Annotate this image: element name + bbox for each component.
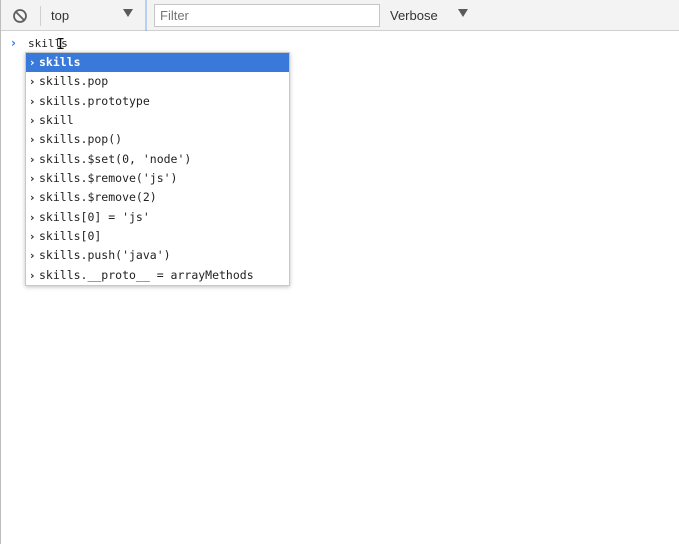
autocomplete-item-label: skills <box>39 55 81 69</box>
autocomplete-item[interactable]: › skills.prototype <box>26 92 289 111</box>
chevron-right-icon: › <box>30 268 35 282</box>
log-level-value: Verbose <box>390 8 438 23</box>
filter-input[interactable] <box>154 4 380 27</box>
context-value: top <box>51 8 70 23</box>
autocomplete-item-label: skills.pop() <box>39 132 123 147</box>
chevron-right-icon: › <box>30 152 35 166</box>
autocomplete-item[interactable]: › skills[0] <box>26 227 289 246</box>
chevron-down-icon <box>458 9 468 17</box>
autocomplete-item[interactable]: › skills.push('java') <box>26 246 289 265</box>
chevron-right-icon: › <box>30 172 35 186</box>
block-icon <box>13 9 27 23</box>
autocomplete-item[interactable]: › skills.$remove(2) <box>26 188 289 207</box>
autocomplete-item-label: skills.$set(0, 'node') <box>39 151 192 166</box>
text-cursor-icon: I <box>56 35 66 53</box>
autocomplete-item-label: skills.$remove('js') <box>39 171 178 186</box>
autocomplete-item[interactable]: › skills.pop() <box>26 130 289 149</box>
chevron-right-icon: › <box>30 114 35 128</box>
autocomplete-item-label: skills.push('java') <box>39 248 171 263</box>
chevron-right-icon: › <box>30 230 35 244</box>
chevron-down-icon <box>123 9 133 17</box>
autocomplete-item[interactable]: › skills.$set(0, 'node') <box>26 150 289 169</box>
autocomplete-item-label: skills.pop <box>39 74 109 89</box>
prompt-chevron-icon: › <box>11 36 16 50</box>
console-toolbar: top Verbose <box>1 0 679 31</box>
toolbar-divider <box>145 0 147 31</box>
autocomplete-item-label: skill <box>39 113 74 128</box>
autocomplete-item[interactable]: › skills.__proto__ = arrayMethods <box>26 266 289 285</box>
autocomplete-item-label: skills.$remove(2) <box>39 190 157 205</box>
toolbar-divider <box>40 6 41 26</box>
clear-console-button[interactable] <box>12 8 28 24</box>
autocomplete-item[interactable]: › skills.pop <box>26 72 289 91</box>
autocomplete-item-label: skills[0] = 'js' <box>39 209 150 224</box>
autocomplete-item[interactable]: › skill <box>26 111 289 130</box>
chevron-right-icon: › <box>30 94 35 108</box>
chevron-right-icon: › <box>30 191 35 205</box>
chevron-right-icon: › <box>30 56 35 69</box>
autocomplete-item-label: skills.__proto__ = arrayMethods <box>39 267 254 282</box>
log-level-selector[interactable]: Verbose <box>383 3 473 28</box>
chevron-right-icon: › <box>30 75 35 89</box>
console-panel: top Verbose › skills I › skills › skills.po… <box>0 0 679 544</box>
chevron-right-icon: › <box>30 249 35 263</box>
autocomplete-item-label: skills.prototype <box>39 93 150 108</box>
chevron-right-icon: › <box>30 133 35 147</box>
autocomplete-item[interactable]: › skills <box>26 53 289 73</box>
chevron-right-icon: › <box>30 210 35 224</box>
autocomplete-item[interactable]: › skills[0] = 'js' <box>26 208 289 227</box>
autocomplete-item-label: skills[0] <box>39 229 102 244</box>
context-selector[interactable]: top <box>42 3 144 28</box>
autocomplete-item[interactable]: › skills.$remove('js') <box>26 169 289 188</box>
autocomplete-dropdown: › skills › skills.pop › skills.prototype › skil… <box>25 52 290 287</box>
